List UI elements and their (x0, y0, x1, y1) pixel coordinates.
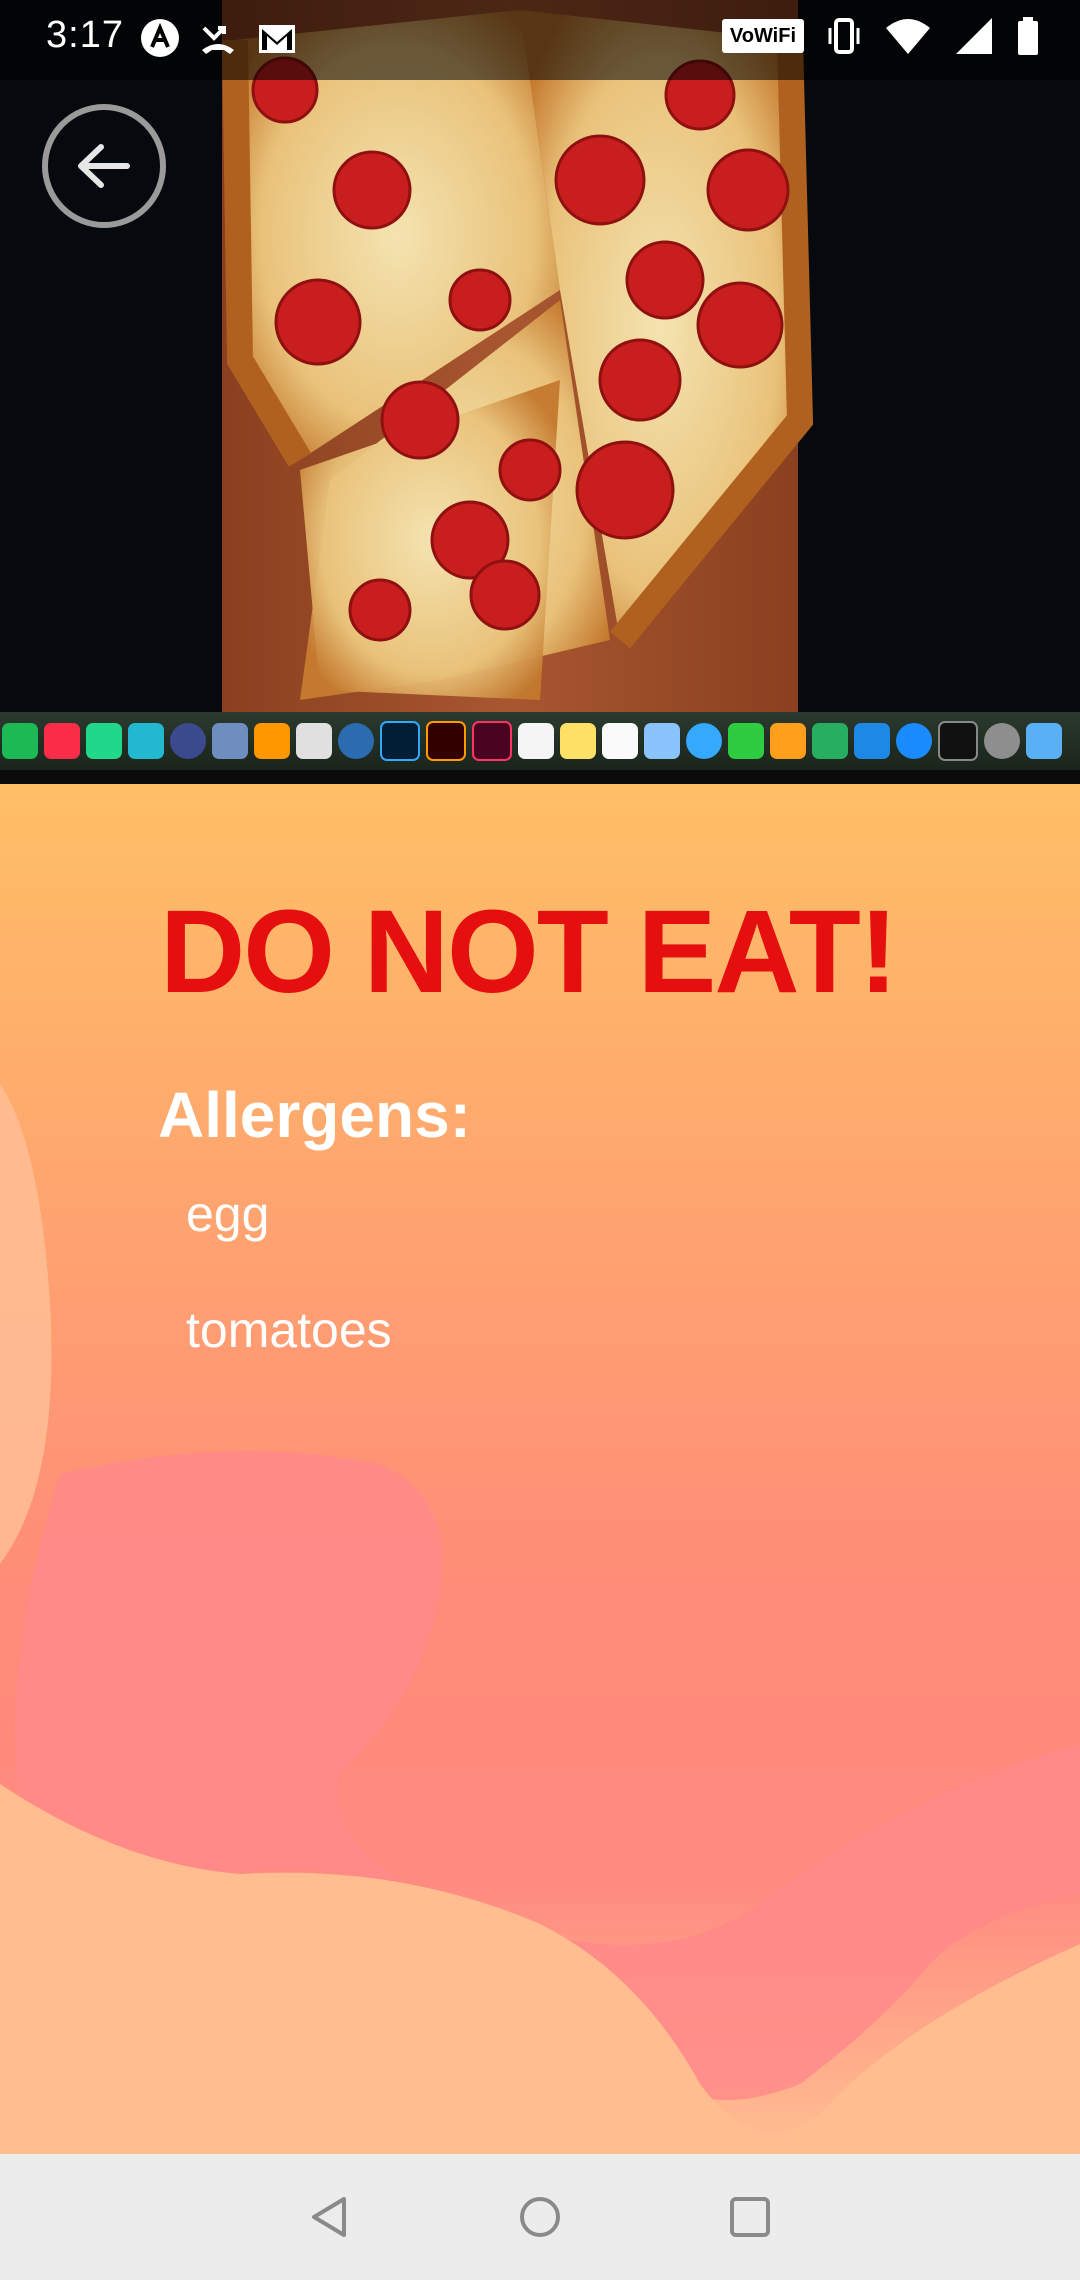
r-icon (338, 723, 374, 759)
clion-icon (128, 723, 164, 759)
app-logo-icon (141, 19, 179, 57)
pycharm-icon (86, 723, 122, 759)
nav-back-button[interactable] (300, 2187, 360, 2247)
system-nav-bar (0, 2154, 1080, 2280)
indesign-icon (472, 721, 512, 761)
messages-icon (686, 723, 722, 759)
arrow-left-icon (78, 144, 130, 188)
vibrate-icon (828, 18, 860, 54)
allergen-info-panel: DO NOT EAT! Allergens: egg tomatoes (0, 784, 1080, 2154)
unity-icon (296, 723, 332, 759)
sublime-icon (254, 723, 290, 759)
spotify-icon (2, 723, 38, 759)
illustrator-icon (426, 721, 466, 761)
pages-icon (770, 723, 806, 759)
vowifi-badge: VoWiFi (721, 19, 804, 53)
textedit-icon (602, 723, 638, 759)
notes-icon (560, 723, 596, 759)
allergens-heading: Allergens: (158, 1079, 471, 1151)
numbers-icon (812, 723, 848, 759)
calendar-icon (518, 723, 554, 759)
nav-home-button[interactable] (510, 2187, 570, 2247)
triangle-back-icon (312, 2197, 346, 2237)
eclipse-icon (170, 723, 206, 759)
finder-icon (1026, 723, 1062, 759)
allergen-list: egg tomatoes (186, 1184, 392, 1416)
square-recents-icon (730, 2197, 770, 2237)
virtualbox-icon (212, 723, 248, 759)
terminal-icon (938, 721, 978, 761)
photoshop-icon (380, 721, 420, 761)
app-store-icon (896, 723, 932, 759)
nav-recents-button[interactable] (720, 2187, 780, 2247)
allergen-item: egg (186, 1186, 270, 1242)
keynote-icon (854, 723, 890, 759)
do-not-eat-warning: DO NOT EAT! (160, 886, 898, 1018)
food-photo (0, 0, 1080, 784)
music-icon (44, 723, 80, 759)
status-time: 3:17 (46, 14, 124, 56)
cellular-signal-icon (956, 18, 992, 54)
gmail-icon (259, 25, 295, 53)
allergen-item: tomatoes (186, 1302, 392, 1358)
back-button[interactable] (42, 104, 166, 228)
pizza-image (0, 0, 1080, 784)
wifi-icon (886, 19, 930, 54)
preview-icon (644, 723, 680, 759)
circle-home-icon (520, 2197, 560, 2237)
status-bar: 3:17 VoWiFi (0, 0, 1080, 80)
facetime-icon (728, 723, 764, 759)
mac-dock (0, 712, 1080, 770)
system-preferences-icon (984, 723, 1020, 759)
missed-call-icon (202, 26, 234, 54)
battery-icon (1018, 17, 1038, 55)
